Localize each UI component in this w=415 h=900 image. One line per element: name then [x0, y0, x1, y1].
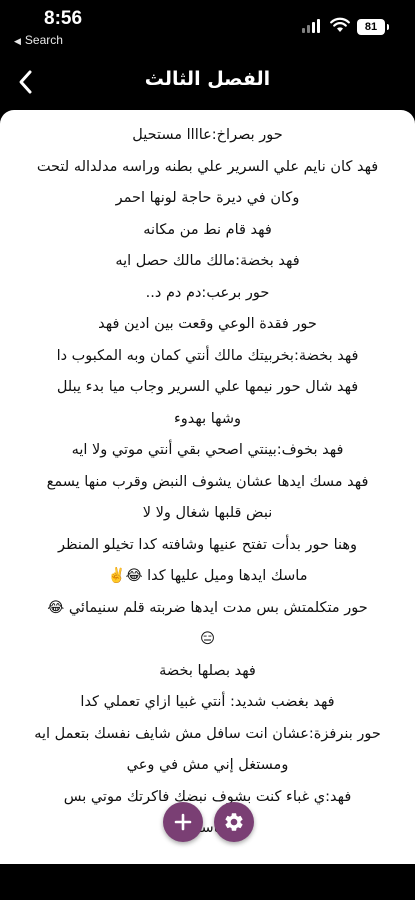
- text-line: فهد قام نط من مكانه: [143, 221, 272, 238]
- wifi-icon: [330, 17, 350, 32]
- text-line: وهنا حور بدأت تفتح عنيها وشافته كدا تخيل…: [57, 536, 358, 553]
- text-line: فهد بغضب شديد: أنتي غبيا ازاي تعملي كدا: [80, 694, 335, 710]
- text-line: وكان في ديرة حاجة لونها احمر: [115, 190, 300, 206]
- text-line: فهد مسك ايدها عشان يشوف النبض وقرب منها …: [46, 473, 369, 490]
- text-line: فهد بخضة:مالك مالك حصل ايه: [115, 253, 300, 269]
- text-line: فهد شال حور نيمها علي السرير وجاب ميا بد…: [56, 379, 359, 395]
- back-to-app-link[interactable]: ◀ Search: [14, 33, 63, 47]
- text-line: فهد بصلها بخضة: [159, 662, 256, 679]
- text-line: فهد بخوف:بينتي اصحي بقي أنتي موتي ولا اي…: [71, 442, 344, 458]
- back-triangle-icon: ◀: [14, 36, 21, 46]
- text-line: ومستغل إني مش في وعي: [126, 757, 289, 773]
- settings-button[interactable]: [214, 802, 254, 842]
- text-line: نبض قلبها شغال ولا لا: [142, 505, 273, 521]
- plus-icon: [174, 813, 192, 831]
- status-bar: 8:56 ◀ Search 81: [0, 0, 415, 54]
- text-line: ماسك: [189, 820, 226, 836]
- status-time: 8:56: [44, 8, 83, 29]
- text-line: 😑: [199, 631, 216, 647]
- chapter-content: حور بصراخ:عاااا مستحيل فهد كان نايم علي …: [0, 110, 415, 864]
- cellular-signal-icon: [302, 19, 322, 33]
- text-line: حور بنرفزة:عشان انت سافل مش شايف نفسك بت…: [34, 725, 381, 742]
- text-line: فهد كان نايم علي السرير علي بطنه وراسه م…: [36, 158, 379, 175]
- text-line: حور بصراخ:عاااا مستحيل: [132, 127, 283, 143]
- text-line: ماسك ايدها وميل عليها كدا 😂✌️: [107, 568, 308, 584]
- gear-icon: [225, 813, 243, 831]
- battery-indicator: 81: [357, 19, 389, 35]
- text-line: حور متكلمتش بس مدت ايدها ضربته قلم سنيما…: [47, 599, 368, 616]
- bottom-bar: [0, 864, 415, 900]
- text-line: فهد بخضة:بخربيتك مالك أنتي كمان وبه المك…: [56, 347, 359, 364]
- back-app-label: Search: [24, 33, 63, 47]
- text-line: حور فقدة الوعي وقعت بين ادين فهد: [98, 316, 317, 332]
- text-line: فهد:ي غباء كنت بشوف نبضك فاكرتك موتي بس: [63, 788, 352, 805]
- add-button[interactable]: [163, 802, 203, 842]
- text-line: حور برعب:دم دم د..: [145, 284, 270, 301]
- text-line: وشها بهدوء: [173, 410, 241, 427]
- page-title: الفصل الثالث: [144, 68, 271, 90]
- app-bar: الفصل الثالث: [0, 54, 415, 110]
